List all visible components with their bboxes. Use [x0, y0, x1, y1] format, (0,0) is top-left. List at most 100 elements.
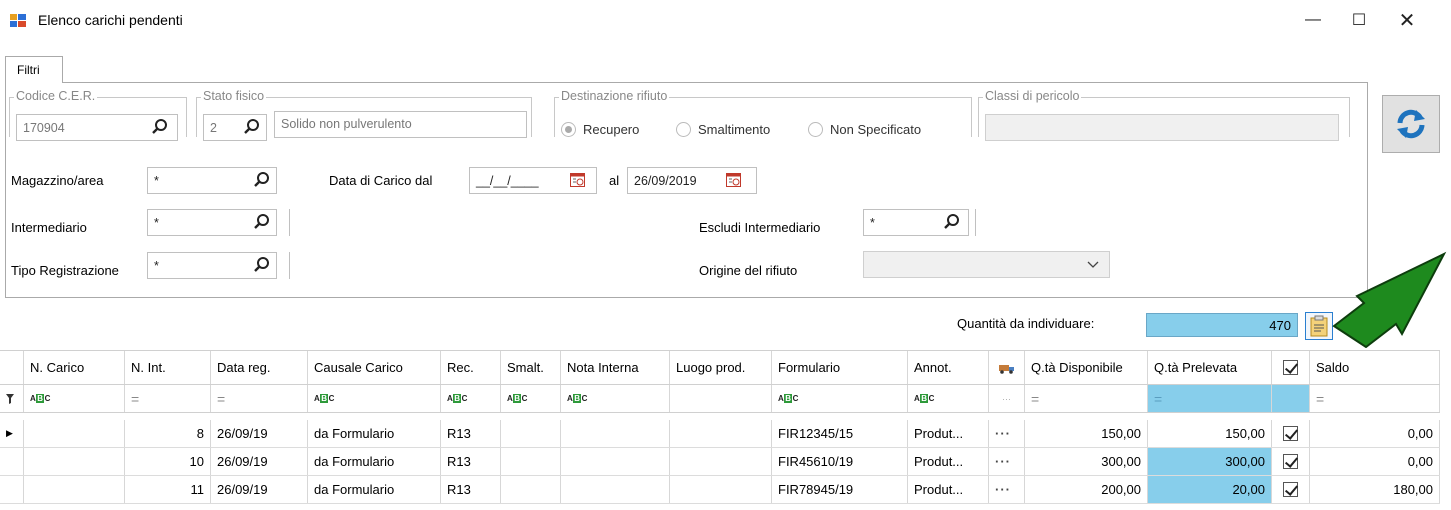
cell-saldo[interactable]: 180,00: [1310, 476, 1440, 503]
cell-disponibile[interactable]: 200,00: [1025, 476, 1148, 503]
cell-causale[interactable]: da Formulario: [308, 420, 441, 447]
row-checkbox[interactable]: [1283, 426, 1298, 441]
cell-data-reg[interactable]: 26/09/19: [211, 448, 308, 475]
header-qta-disponibile[interactable]: Q.tà Disponibile: [1025, 351, 1148, 384]
cell-smalt[interactable]: [501, 448, 561, 475]
table-row[interactable]: ▶ 8 26/09/19 da Formulario R13 FIR12345/…: [0, 420, 1440, 448]
filter-causale[interactable]: ABC: [308, 385, 441, 412]
cell-causale[interactable]: da Formulario: [308, 476, 441, 503]
row-checkbox[interactable]: [1283, 482, 1298, 497]
radio-non-specificato[interactable]: [808, 122, 823, 137]
radio-smaltimento[interactable]: [676, 122, 691, 137]
escludi-intermediario-search-icon[interactable]: [943, 213, 961, 231]
filter-data-reg[interactable]: =: [211, 385, 308, 412]
refresh-button[interactable]: [1382, 95, 1440, 153]
filter-disponibile[interactable]: =: [1025, 385, 1148, 412]
cell-smalt[interactable]: [501, 476, 561, 503]
cell-n-carico[interactable]: [24, 476, 125, 503]
tab-filtri[interactable]: Filtri: [5, 56, 63, 83]
cell-n-int[interactable]: 11: [125, 476, 211, 503]
cell-saldo[interactable]: 0,00: [1310, 420, 1440, 447]
cell-luogo[interactable]: [670, 420, 772, 447]
cell-rec[interactable]: R13: [441, 420, 501, 447]
header-luogo-prod[interactable]: Luogo prod.: [670, 351, 772, 384]
header-annot[interactable]: Annot.: [908, 351, 989, 384]
header-smalt[interactable]: Smalt.: [501, 351, 561, 384]
calendar-al-icon[interactable]: [726, 172, 741, 187]
header-saldo[interactable]: Saldo: [1310, 351, 1440, 384]
minimize-button[interactable]: —: [1290, 4, 1336, 36]
filter-rec[interactable]: ABC: [441, 385, 501, 412]
cell-prelevata[interactable]: 300,00: [1148, 448, 1272, 475]
header-formulario[interactable]: Formulario: [772, 351, 908, 384]
filter-check[interactable]: [1272, 385, 1310, 412]
cell-rec[interactable]: R13: [441, 448, 501, 475]
cell-prelevata[interactable]: 20,00: [1148, 476, 1272, 503]
row-checkbox[interactable]: [1283, 454, 1298, 469]
filter-luogo[interactable]: [670, 385, 772, 412]
cell-causale[interactable]: da Formulario: [308, 448, 441, 475]
filter-truck[interactable]: ···: [989, 385, 1025, 412]
cell-nota[interactable]: [561, 420, 670, 447]
cell-n-int[interactable]: 10: [125, 448, 211, 475]
header-nota-interna[interactable]: Nota Interna: [561, 351, 670, 384]
origine-rifiuto-select[interactable]: [863, 251, 1110, 278]
stato-fisico-search-icon[interactable]: [243, 118, 261, 136]
cell-formulario[interactable]: FIR78945/19: [772, 476, 908, 503]
header-n-int[interactable]: N. Int.: [125, 351, 211, 384]
table-row[interactable]: 10 26/09/19 da Formulario R13 FIR45610/1…: [0, 448, 1440, 476]
cell-rec[interactable]: R13: [441, 476, 501, 503]
filter-smalt[interactable]: ABC: [501, 385, 561, 412]
cell-n-carico[interactable]: [24, 420, 125, 447]
table-row[interactable]: 11 26/09/19 da Formulario R13 FIR78945/1…: [0, 476, 1440, 504]
calendar-dal-icon[interactable]: [570, 172, 585, 187]
cell-saldo[interactable]: 0,00: [1310, 448, 1440, 475]
cell-formulario[interactable]: FIR45610/19: [772, 448, 908, 475]
cell-annot[interactable]: Produt...: [908, 448, 989, 475]
cell-nota[interactable]: [561, 448, 670, 475]
tipo-registrazione-search-icon[interactable]: [253, 256, 271, 274]
header-check[interactable]: [1272, 351, 1310, 384]
cell-annot[interactable]: Produt...: [908, 420, 989, 447]
cell-formulario[interactable]: FIR12345/15: [772, 420, 908, 447]
cell-nota[interactable]: [561, 476, 670, 503]
filter-nota[interactable]: ABC: [561, 385, 670, 412]
header-qta-prelevata[interactable]: Q.tà Prelevata: [1148, 351, 1272, 384]
cell-check[interactable]: [1272, 476, 1310, 503]
filter-n-int[interactable]: =: [125, 385, 211, 412]
cell-disponibile[interactable]: 150,00: [1025, 420, 1148, 447]
cell-check[interactable]: [1272, 420, 1310, 447]
filter-formulario[interactable]: ABC: [772, 385, 908, 412]
radio-recupero[interactable]: [561, 122, 576, 137]
header-checkbox[interactable]: [1283, 360, 1298, 375]
cell-data-reg[interactable]: 26/09/19: [211, 420, 308, 447]
clipboard-button[interactable]: [1305, 312, 1333, 340]
quantity-input[interactable]: 470: [1146, 313, 1298, 337]
magazzino-search-icon[interactable]: [253, 171, 271, 189]
close-button[interactable]: ✕: [1384, 4, 1430, 36]
cell-annot[interactable]: Produt...: [908, 476, 989, 503]
header-n-carico[interactable]: N. Carico: [24, 351, 125, 384]
more-button[interactable]: ···: [989, 476, 1025, 503]
cell-luogo[interactable]: [670, 448, 772, 475]
cer-search-icon[interactable]: [151, 118, 169, 136]
filter-prelevata[interactable]: =: [1148, 385, 1272, 412]
header-data-reg[interactable]: Data reg.: [211, 351, 308, 384]
cell-prelevata[interactable]: 150,00: [1148, 420, 1272, 447]
maximize-button[interactable]: ☐: [1336, 4, 1382, 36]
cell-luogo[interactable]: [670, 476, 772, 503]
intermediario-search-icon[interactable]: [253, 213, 271, 231]
header-rec[interactable]: Rec.: [441, 351, 501, 384]
cell-check[interactable]: [1272, 448, 1310, 475]
cell-n-carico[interactable]: [24, 448, 125, 475]
header-causale-carico[interactable]: Causale Carico: [308, 351, 441, 384]
cell-smalt[interactable]: [501, 420, 561, 447]
filter-n-carico[interactable]: ABC: [24, 385, 125, 412]
cell-data-reg[interactable]: 26/09/19: [211, 476, 308, 503]
cell-n-int[interactable]: 8: [125, 420, 211, 447]
more-button[interactable]: ···: [989, 448, 1025, 475]
cell-disponibile[interactable]: 300,00: [1025, 448, 1148, 475]
filter-saldo[interactable]: =: [1310, 385, 1440, 412]
more-button[interactable]: ···: [989, 420, 1025, 447]
header-truck[interactable]: [989, 351, 1025, 384]
